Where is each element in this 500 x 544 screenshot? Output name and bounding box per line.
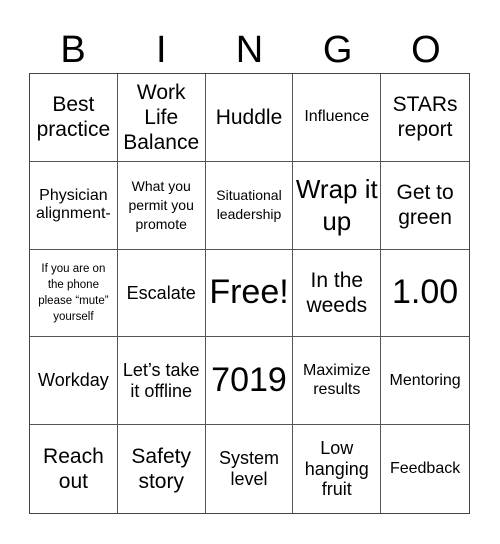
- bingo-cell[interactable]: STARs report: [381, 74, 469, 162]
- bingo-cell[interactable]: Get to green: [381, 162, 469, 250]
- bingo-cell[interactable]: Mentoring: [381, 337, 469, 426]
- bingo-cell[interactable]: Feedback: [381, 425, 469, 513]
- bingo-cell[interactable]: System level: [206, 425, 294, 513]
- bingo-cell[interactable]: Best practice: [30, 74, 118, 162]
- bingo-cell[interactable]: What you permit you promote: [117, 161, 206, 250]
- bingo-cell[interactable]: 1.00: [381, 250, 469, 338]
- header-letter-n: N: [235, 29, 264, 71]
- bingo-cell[interactable]: In the weeds: [293, 249, 382, 338]
- bingo-cell[interactable]: Reach out: [30, 425, 118, 513]
- header-letter-g: G: [322, 29, 353, 71]
- bingo-cell[interactable]: Huddle: [205, 74, 294, 162]
- bingo-cell[interactable]: Influence: [293, 74, 382, 162]
- header-letter-o: O: [411, 29, 441, 71]
- bingo-cell[interactable]: Wrap it up: [293, 161, 382, 250]
- bingo-cell[interactable]: Work Life Balance: [117, 74, 206, 162]
- bingo-cell[interactable]: Physician alignment-: [30, 161, 118, 250]
- bingo-cell[interactable]: Low hanging fruit: [293, 425, 382, 513]
- free-cell[interactable]: Free!: [205, 249, 294, 338]
- bingo-cell[interactable]: Escalate: [117, 249, 206, 338]
- bingo-cell[interactable]: Maximize results: [293, 337, 382, 426]
- bingo-cell[interactable]: If you are on the phone please “mute” yo…: [30, 249, 118, 338]
- header-letter-i: I: [156, 29, 167, 71]
- bingo-cell[interactable]: Let’s take it offline: [117, 337, 206, 426]
- header-letter-b: B: [60, 29, 86, 71]
- bingo-cell[interactable]: Workday: [30, 337, 118, 426]
- bingo-cell[interactable]: Safety story: [118, 425, 206, 513]
- bingo-grid: Best practice Work Life Balance Huddle I…: [29, 73, 470, 514]
- bingo-header: B I N G O: [29, 28, 470, 72]
- bingo-cell[interactable]: 7019: [205, 337, 294, 426]
- bingo-cell[interactable]: Situational leadership: [205, 161, 294, 250]
